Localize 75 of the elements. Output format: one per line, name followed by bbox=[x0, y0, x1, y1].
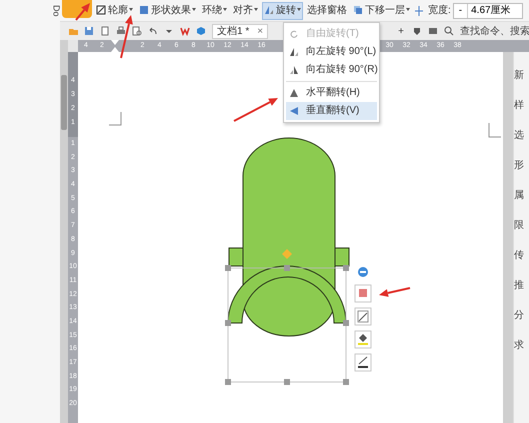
w-logo-icon bbox=[180, 26, 190, 36]
panel-label[interactable]: 样 bbox=[514, 100, 526, 111]
page-corner-mark bbox=[108, 112, 122, 126]
ribbon-button[interactable]: 形状效果 bbox=[137, 2, 198, 20]
resize-handle[interactable] bbox=[343, 265, 349, 271]
fill-button[interactable] bbox=[354, 330, 372, 348]
cube-icon bbox=[196, 26, 206, 36]
panel-label[interactable]: 形 bbox=[514, 160, 526, 171]
shape-effects-icon bbox=[139, 4, 149, 15]
pen-button[interactable] bbox=[354, 308, 372, 326]
save-icon bbox=[84, 26, 94, 36]
resize-handle[interactable] bbox=[225, 379, 231, 385]
panel-label[interactable]: 限 bbox=[514, 220, 526, 231]
panel-label[interactable]: 求 bbox=[514, 340, 526, 351]
close-button[interactable]: × bbox=[257, 24, 264, 38]
search-icon bbox=[444, 26, 454, 36]
annotation-arrow bbox=[234, 98, 278, 122]
app-icon[interactable] bbox=[62, 0, 92, 18]
panel-label[interactable]: 推 bbox=[514, 280, 526, 291]
resize-handle[interactable] bbox=[343, 320, 349, 326]
grid-icon bbox=[428, 26, 438, 36]
panel-label[interactable]: 传 bbox=[514, 250, 526, 261]
resize-handle[interactable] bbox=[225, 320, 231, 326]
shield-icon bbox=[412, 26, 422, 36]
annotation-arrow bbox=[120, 15, 133, 58]
rotate-free-icon bbox=[289, 29, 299, 39]
search-field[interactable]: 查找命令、搜索 bbox=[460, 24, 529, 38]
ribbon-button[interactable]: 环绕 bbox=[200, 2, 229, 20]
menu-item[interactable]: 向左旋转 90°(L) bbox=[286, 43, 377, 61]
rotate-icon bbox=[264, 4, 274, 15]
scrollbar[interactable] bbox=[503, 52, 513, 423]
menu-item[interactable]: 向右旋转 90°(R) bbox=[286, 61, 377, 79]
flip-horizontal-icon bbox=[289, 88, 299, 98]
layout-button[interactable] bbox=[354, 284, 372, 302]
undo-icon bbox=[148, 26, 158, 36]
side-tab[interactable]: Do bbox=[49, 5, 62, 16]
preview-icon bbox=[132, 26, 142, 36]
outline-button[interactable] bbox=[354, 354, 372, 372]
ribbon-button[interactable]: 对齐 bbox=[231, 2, 260, 20]
folder-icon bbox=[68, 26, 78, 36]
menu-item[interactable]: 水平翻转(H) bbox=[286, 84, 377, 102]
collapse-icon[interactable] bbox=[358, 267, 368, 277]
panel-label[interactable]: 分 bbox=[514, 310, 526, 321]
width-icon bbox=[414, 6, 424, 16]
rotation-handle[interactable] bbox=[282, 249, 292, 259]
panel-label[interactable]: 新 bbox=[514, 70, 526, 81]
resize-handle[interactable] bbox=[284, 265, 290, 271]
resize-handle[interactable] bbox=[225, 265, 231, 271]
annotation-arrow bbox=[75, 3, 90, 21]
tab-shape bbox=[228, 248, 244, 266]
width-label: 宽度: bbox=[428, 4, 451, 18]
ribbon-button[interactable]: 下移一层 bbox=[351, 2, 412, 20]
document-tab[interactable]: 文档1 * × bbox=[212, 24, 268, 38]
menu-item[interactable]: 垂直翻转(V) bbox=[286, 102, 377, 120]
outline-icon bbox=[96, 4, 106, 15]
page-corner-mark bbox=[488, 122, 502, 138]
annotation-arrow bbox=[379, 287, 410, 297]
ribbon-button[interactable]: 旋转 bbox=[262, 2, 303, 20]
document-icon bbox=[100, 26, 110, 36]
width-field[interactable]: - 4.67厘米 bbox=[452, 2, 524, 18]
rotate-right-icon bbox=[289, 65, 299, 75]
ribbon-button[interactable]: 选择窗格 bbox=[305, 2, 349, 20]
tab-stop-icon[interactable] bbox=[68, 40, 78, 52]
resize-handle[interactable] bbox=[284, 379, 290, 385]
rotate-left-icon bbox=[289, 47, 299, 57]
panel-label[interactable]: 选 bbox=[514, 130, 526, 141]
indent-marker-icon bbox=[110, 40, 120, 52]
print-icon bbox=[116, 26, 126, 36]
resize-handle[interactable] bbox=[343, 379, 349, 385]
send-back-icon bbox=[353, 4, 363, 15]
panel-label[interactable]: 属 bbox=[514, 190, 526, 201]
new-tab-button[interactable]: + bbox=[398, 24, 404, 38]
tab-title: 文档1 * bbox=[217, 24, 250, 38]
scrollbar-thumb[interactable] bbox=[61, 75, 67, 130]
flip-vertical-icon bbox=[289, 106, 299, 116]
